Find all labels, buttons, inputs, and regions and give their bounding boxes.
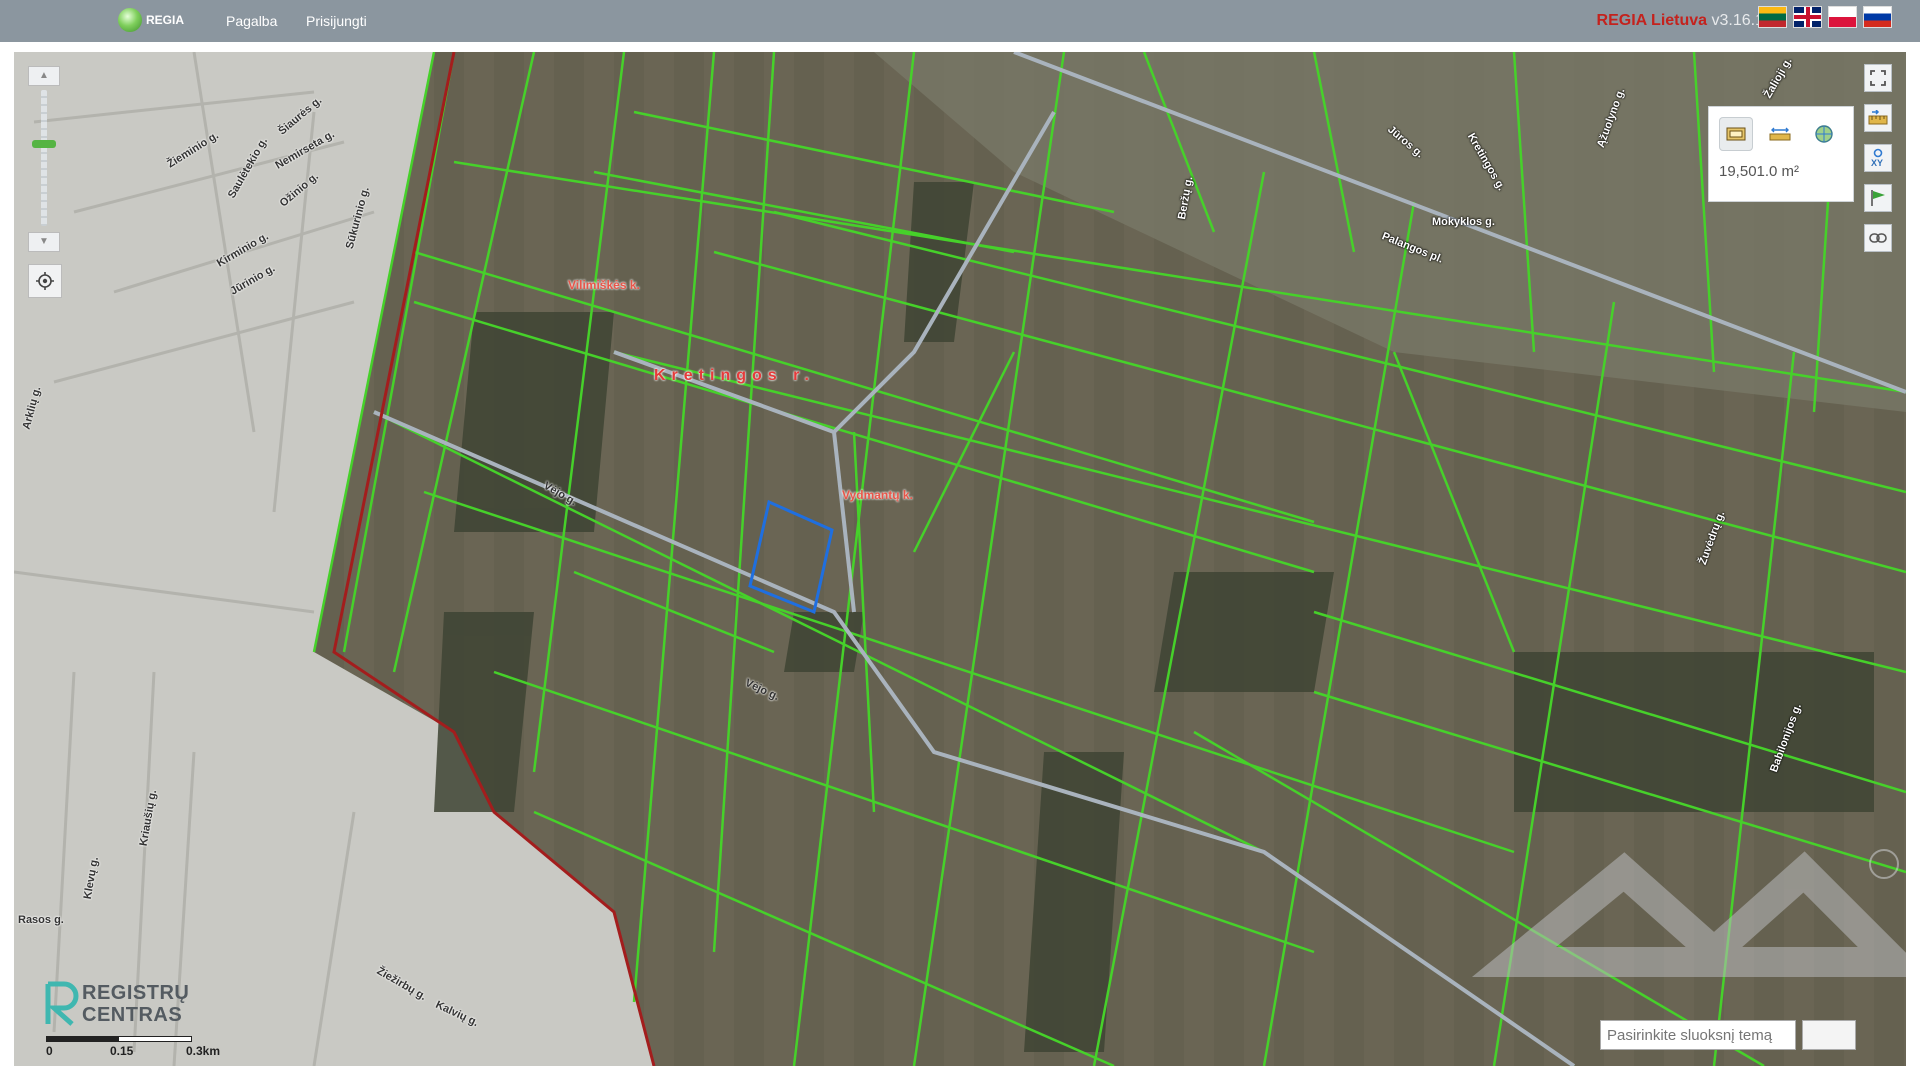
brand-version: v3.16.1	[1711, 12, 1764, 29]
chevron-up-icon: ▲	[39, 70, 49, 81]
flag-pl-icon[interactable]	[1828, 6, 1857, 28]
brand-name: REGIA Lietuva	[1596, 12, 1708, 29]
layer-search-button[interactable]	[1802, 1020, 1856, 1050]
globe-icon	[1815, 125, 1833, 143]
registru-centras-logo-icon	[45, 981, 79, 1026]
map-canvas[interactable]: Kretingos r. Vilimiškės k. Vydmantų k. Š…	[14, 52, 1906, 1066]
regia-logo-text: REGIA	[146, 13, 185, 27]
measure-distance-button[interactable]	[1763, 117, 1797, 151]
zoom-out-button[interactable]: ▼	[28, 232, 60, 252]
scale-tick: 0.3km	[186, 1044, 221, 1058]
brand: REGIA Lietuva v3.16.1	[1597, 12, 1764, 30]
zoom-slider-handle[interactable]	[32, 140, 56, 148]
fullscreen-button[interactable]	[1864, 64, 1892, 92]
layer-search-input[interactable]	[1600, 1020, 1796, 1050]
flag-en-icon[interactable]	[1793, 6, 1822, 28]
measured-area-value: 19,501.0 m²	[1719, 163, 1800, 180]
top-bar: REGIA Pagalba Prisijungti REGIA Lietuva …	[0, 0, 1920, 42]
map-imagery	[14, 52, 1906, 1066]
ruler-icon	[1769, 127, 1791, 141]
language-switcher	[1758, 6, 1892, 28]
measure-button[interactable]	[1864, 104, 1892, 132]
registru-centras-logo: REGISTRŲ CENTRAS	[42, 980, 189, 1028]
crosshair-icon	[36, 272, 54, 290]
provider-logo-line1: REGISTRŲ	[82, 982, 190, 1004]
chevron-down-icon: ▼	[39, 236, 49, 247]
svg-text:XY: XY	[1871, 158, 1883, 168]
locate-button[interactable]	[28, 264, 62, 298]
ruler-icon	[1868, 110, 1888, 125]
scale-line	[46, 1036, 192, 1042]
zoom-in-button[interactable]: ▲	[28, 66, 60, 86]
flag-button[interactable]	[1864, 184, 1892, 212]
measure-tools	[1719, 117, 1841, 151]
provider-logo-line2: CENTRAS	[82, 1004, 183, 1026]
right-toolbar: XY	[1864, 64, 1892, 264]
measure-panel: 19,501.0 m²	[1708, 106, 1854, 202]
link-icon	[1869, 233, 1887, 243]
flag-lt-icon[interactable]	[1758, 6, 1787, 28]
area-measure-icon	[1726, 127, 1746, 141]
measure-area-button[interactable]	[1719, 117, 1753, 151]
coordinates-button[interactable]	[1807, 117, 1841, 151]
scale-tick: 0	[46, 1044, 53, 1058]
link-button[interactable]	[1864, 224, 1892, 252]
scale-bar: 0 0.15 0.3km	[46, 1028, 220, 1058]
xy-coordinates-button[interactable]: XY	[1864, 144, 1892, 172]
nav-help-link[interactable]: Pagalba	[226, 13, 277, 29]
flag-ru-icon[interactable]	[1863, 6, 1892, 28]
regia-logo-icon	[118, 8, 142, 32]
nav-login-link[interactable]: Prisijungti	[306, 13, 367, 29]
fullscreen-icon	[1870, 70, 1886, 86]
scale-tick: 0.15	[110, 1044, 134, 1058]
xy-coordinates-icon: XY	[1871, 148, 1883, 168]
flag-icon	[1871, 190, 1885, 206]
zoom-slider-track[interactable]	[41, 90, 47, 226]
regia-logo[interactable]: REGIA	[118, 8, 184, 32]
zoom-control: ▲ ▼	[28, 66, 60, 252]
